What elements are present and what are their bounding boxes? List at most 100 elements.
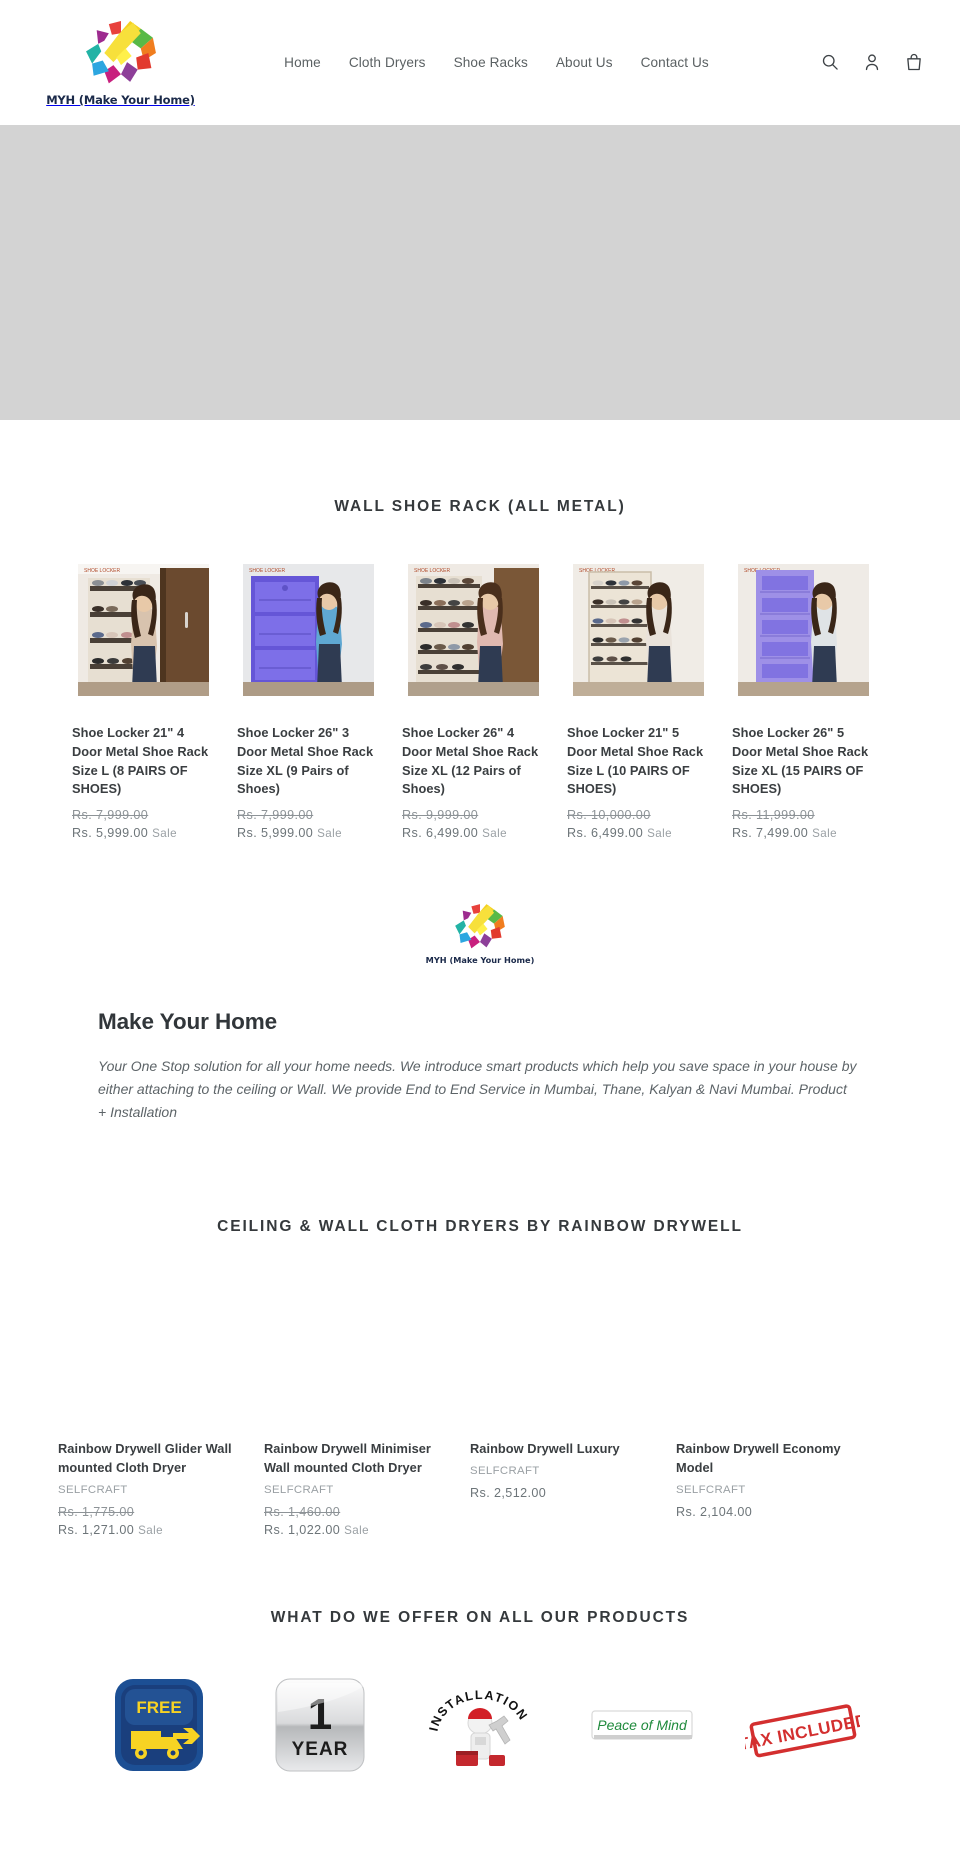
peace-of-mind-badge: Peace of Mind — [584, 1671, 699, 1776]
product-title: Shoe Locker 26" 4 Door Metal Shoe Rack S… — [402, 725, 539, 797]
offer-badge-row: FREE 1 YEAR INSTALLATION Peace of Mind T… — [0, 1671, 960, 1776]
price-original: Rs. 9,999.00 — [402, 808, 479, 823]
brand-section: MYH (Make Your Home) — [0, 902, 960, 965]
one-year-warranty-badge: 1 YEAR — [262, 1671, 377, 1776]
svg-text:SHOE LOCKER: SHOE LOCKER — [414, 568, 451, 574]
header-icon-group — [820, 52, 932, 74]
product-vendor: SELFCRAFT — [676, 1483, 746, 1496]
product-image[interactable] — [58, 1274, 236, 1425]
product-image[interactable] — [676, 1274, 854, 1425]
product-image[interactable]: SHOE LOCKER — [402, 560, 545, 708]
sale-label: Sale — [344, 1523, 369, 1537]
price-sale: Rs. 1,022.00 Sale — [264, 1522, 369, 1537]
svg-text:YEAR: YEAR — [291, 1739, 348, 1760]
sale-label: Sale — [317, 827, 342, 841]
svg-text:SHOE LOCKER: SHOE LOCKER — [249, 568, 286, 574]
cloth-dryer-product-grid: Rainbow Drywell Glider Wall mounted Clot… — [0, 1274, 960, 1537]
product-title: Shoe Locker 21" 4 Door Metal Shoe Rack S… — [72, 725, 209, 797]
logo-wordmark: MYH (Make Your Home) — [46, 93, 195, 107]
svg-text:FREE: FREE — [136, 1698, 181, 1717]
price-original: Rs. 1,775.00 — [58, 1504, 135, 1519]
nav-item-contact-us[interactable]: Contact Us — [627, 49, 723, 76]
product-card[interactable]: Rainbow Drywell Minimiser Wall mounted C… — [264, 1274, 442, 1537]
nav-item-home[interactable]: Home — [270, 49, 335, 76]
cloth-dryer-section-title: CEILING & WALL CLOTH DRYERS BY RAINBOW D… — [217, 1218, 743, 1236]
product-title: Shoe Locker 21" 5 Door Metal Shoe Rack S… — [567, 725, 704, 797]
product-card[interactable]: SHOE LOCKER — [732, 560, 875, 840]
price-original: Rs. 1,460.00 — [264, 1504, 341, 1519]
product-price: Rs. 9,999.00 Rs. 6,499.00 Sale — [402, 808, 545, 840]
product-card[interactable]: SHOE LOCKER — [567, 560, 710, 840]
tax-included-badge: TAX INCLUDED — [745, 1671, 860, 1776]
price-sale: Rs. 6,499.00 Sale — [567, 826, 672, 841]
svg-text:SHOE LOCKER: SHOE LOCKER — [84, 568, 121, 574]
rainbow-burst-logo-icon — [83, 18, 159, 90]
offers-section-title: WHAT DO WE OFFER ON ALL OUR PRODUCTS — [270, 1608, 690, 1626]
product-card[interactable]: SHOE LOCKER — [237, 560, 380, 840]
sale-label: Sale — [138, 1523, 163, 1537]
sale-label: Sale — [482, 827, 507, 841]
product-price: Rs. 1,460.00 Rs. 1,022.00 Sale — [264, 1505, 442, 1537]
product-image[interactable]: SHOE LOCKER — [567, 560, 710, 708]
sale-label: Sale — [647, 827, 672, 841]
product-image[interactable]: SHOE LOCKER — [732, 560, 875, 708]
product-image[interactable]: SHOE LOCKER — [237, 560, 380, 708]
product-card[interactable]: Rainbow Drywell Luxury SELFCRAFT Rs. 2,5… — [470, 1274, 648, 1500]
sale-label: Sale — [152, 827, 177, 841]
product-price: Rs. 2,512.00 — [470, 1486, 648, 1500]
product-title: Shoe Locker 26" 3 Door Metal Shoe Rack S… — [237, 725, 374, 797]
price-sale: Rs. 6,499.00 Sale — [402, 826, 507, 841]
product-price: Rs. 7,999.00 Rs. 5,999.00 Sale — [237, 808, 380, 840]
product-card[interactable]: SHOE LOCKER — [402, 560, 545, 840]
product-vendor: SELFCRAFT — [470, 1465, 540, 1477]
product-price: Rs. 7,999.00 Rs. 5,999.00 Sale — [72, 808, 215, 840]
sale-label: Sale — [812, 827, 837, 841]
product-card[interactable]: Rainbow Drywell Economy Model SELFCRAFT … — [676, 1274, 854, 1519]
product-vendor: SELFCRAFT — [58, 1483, 128, 1496]
price-regular: Rs. 2,104.00 — [676, 1504, 753, 1519]
brand-wordmark: MYH (Make Your Home) — [425, 955, 535, 966]
product-vendor: SELFCRAFT — [264, 1483, 334, 1496]
product-price: Rs. 11,999.00 Rs. 7,499.00 Sale — [732, 808, 875, 840]
product-card[interactable]: Rainbow Drywell Glider Wall mounted Clot… — [58, 1274, 236, 1537]
product-price: Rs. 10,000.00 Rs. 6,499.00 Sale — [567, 808, 710, 840]
main-navigation: Home Cloth Dryers Shoe Racks About Us Co… — [173, 49, 820, 76]
free-delivery-badge: FREE — [101, 1671, 216, 1776]
product-image[interactable] — [264, 1274, 442, 1425]
rainbow-burst-logo-icon — [453, 902, 507, 952]
search-icon[interactable] — [820, 52, 840, 74]
about-block: Make Your Home Your One Stop solution fo… — [0, 1009, 960, 1123]
product-image[interactable] — [470, 1274, 648, 1425]
price-sale: Rs. 5,999.00 Sale — [237, 826, 342, 841]
product-price: Rs. 2,104.00 — [676, 1505, 854, 1519]
account-icon[interactable] — [862, 52, 882, 74]
about-heading: Make Your Home — [98, 1009, 278, 1035]
about-description: Your One Stop solution for all your home… — [98, 1058, 857, 1120]
nav-item-about-us[interactable]: About Us — [542, 49, 627, 76]
cart-icon[interactable] — [904, 52, 924, 74]
product-image[interactable]: SHOE LOCKER — [72, 560, 215, 708]
shoe-rack-section-title: WALL SHOE RACK (ALL METAL) — [334, 498, 626, 515]
shoe-rack-product-grid: SHOE LOCKER Shoe Locker 21" 4 Door Metal… — [0, 560, 960, 840]
cloth-dryer-section: CEILING & WALL CLOTH DRYERS BY RAINBOW D… — [0, 1123, 960, 1537]
price-original: Rs. 10,000.00 — [567, 808, 651, 823]
offers-section: WHAT DO WE OFFER ON ALL OUR PRODUCTS FRE… — [0, 1537, 960, 1806]
price-sale: Rs. 7,499.00 Sale — [732, 826, 837, 841]
product-title: Rainbow Drywell Glider Wall mounted Clot… — [58, 1441, 232, 1475]
nav-item-shoe-racks[interactable]: Shoe Racks — [440, 49, 542, 76]
product-title: Rainbow Drywell Minimiser Wall mounted C… — [264, 1441, 431, 1475]
product-card[interactable]: SHOE LOCKER — [72, 560, 215, 840]
nav-item-cloth-dryers[interactable]: Cloth Dryers — [335, 49, 440, 76]
hero-banner[interactable] — [0, 125, 960, 420]
price-original: Rs. 7,999.00 — [72, 808, 149, 823]
price-original: Rs. 11,999.00 — [732, 808, 815, 823]
price-regular: Rs. 2,512.00 — [470, 1486, 547, 1500]
product-title: Rainbow Drywell Economy Model — [676, 1441, 841, 1475]
site-header: MYH (Make Your Home) Home Cloth Dryers S… — [0, 0, 960, 125]
svg-text:Peace of Mind: Peace of Mind — [597, 1717, 688, 1733]
price-sale: Rs. 1,271.00 Sale — [58, 1522, 163, 1537]
product-title: Shoe Locker 26" 5 Door Metal Shoe Rack S… — [732, 725, 869, 797]
price-original: Rs. 7,999.00 — [237, 808, 314, 823]
product-title: Rainbow Drywell Luxury — [470, 1441, 620, 1457]
product-price: Rs. 1,775.00 Rs. 1,271.00 Sale — [58, 1505, 236, 1537]
